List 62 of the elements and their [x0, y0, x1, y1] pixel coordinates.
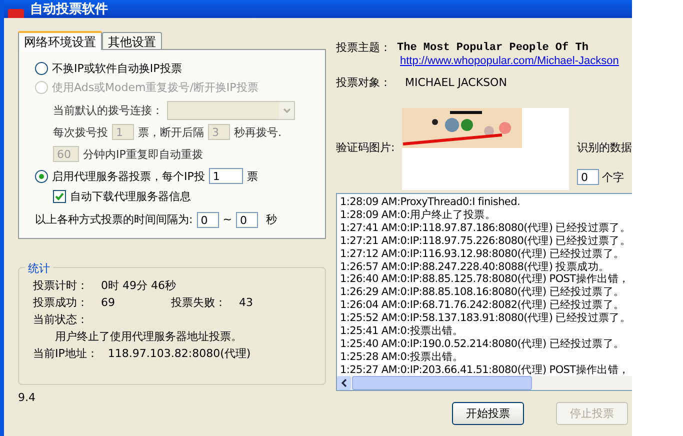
input-field[interactable]: 0	[577, 169, 599, 185]
log-line: 1:27:41 AM:0:IP:118.97.87.186:8080(代理) 已经投过票了。	[340, 222, 632, 235]
radio-button[interactable]	[35, 170, 48, 183]
stat-label: 投票成功：	[33, 294, 89, 310]
scroll-left-icon[interactable]	[337, 376, 351, 390]
tab[interactable]: 网络环境设置	[18, 31, 102, 50]
target-value: MICHAEL JACKSON	[405, 76, 507, 89]
stat-value: 43	[239, 296, 253, 308]
app-icon	[8, 9, 24, 18]
log-line: 1:27:21 AM:0:IP:118.97.75.226:8080(代理) 已经投过票了。	[340, 234, 632, 248]
log-line: 1:25:52 AM:0:IP:58.137.183.91:8080(代理) 已经投过票了。	[340, 312, 632, 325]
log-line: 1:26:29 AM:0:IP:88.85.108.16:8080(代理) 已经投过票了。	[340, 286, 626, 299]
window-title: 自动投票软件	[30, 2, 108, 18]
version-text: 9.4	[18, 391, 36, 404]
field-label: 秒	[266, 212, 277, 228]
field-label: 识别的数据	[577, 140, 632, 155]
stat-value: 0时 49分 46秒	[101, 278, 176, 292]
log-line: 1:26:04 AM:0:IP:68.71.76.242:8082(代理) 已经投过票了。	[340, 299, 626, 312]
stat-label: 投票计时：	[33, 278, 89, 292]
log-line: 1:28:09 AM:ProxyThread0:I finished.	[340, 196, 521, 209]
field-label: 验证码图片:	[336, 140, 396, 155]
field-label: 投票对象：	[336, 75, 391, 90]
log-line: 1:26:40 AM:0:IP:88.85.125.78:8080(代理) POST操作出错，	[340, 273, 630, 286]
stat-label: 当前状态：	[33, 312, 88, 326]
input-field[interactable]: 1	[208, 168, 243, 184]
field-label: 秒再拨号.	[234, 124, 282, 140]
input-field[interactable]: 0	[236, 212, 258, 228]
checkbox-label: 自动下载代理服务器信息	[70, 188, 191, 204]
field-label: 分钟内IP重复即自动重拨	[83, 146, 203, 162]
radio-button[interactable]	[35, 62, 48, 75]
checkbox[interactable]	[53, 190, 66, 203]
field-label: 每次拨号投	[53, 124, 108, 140]
topic-title: The Most Popular People Of Th	[397, 42, 588, 54]
field-label: 票，断开后隔	[138, 124, 204, 140]
stat-value: 69	[101, 296, 116, 308]
field-label: 票	[246, 168, 258, 184]
stat-value: 118.97.103.82:8080(代理)	[108, 346, 251, 360]
log-line: 1:27:12 AM:0:IP:116.93.12.98:8080(代理) 已经投过票了。	[340, 248, 626, 261]
input-field[interactable]: 0	[196, 212, 219, 228]
tab[interactable]: 其他设置	[102, 32, 162, 49]
stat-label: 投票失败：	[171, 294, 227, 310]
stat-label: 当前IP地址：	[33, 346, 98, 360]
radio-label: 启用代理服务器投票，每个IP投	[52, 168, 205, 184]
action-button[interactable]: 开始投票	[452, 402, 524, 425]
log-line: 1:25:40 AM:0:IP:190.0.52.214:8080(代理) 已经投过票了。	[340, 338, 626, 351]
log-line: 1:25:41 AM:0:投票出错。	[340, 325, 464, 338]
horizontal-scrollbar[interactable]	[337, 376, 632, 390]
field-label: 投票主题：	[336, 40, 391, 55]
field-label: 当前默认的拨号连接：	[53, 102, 163, 118]
log-line: 1:25:28 AM:0:投票出错。	[340, 350, 464, 364]
log-line: 1:25:27 AM:0:IP:203.66.41.51:8080(代理) POST操作出错，	[340, 364, 630, 376]
log-line: 1:26:57 AM:0:IP:88.247.228.40:8088(代理) 投票成功。	[340, 260, 610, 273]
separator-text: ~	[222, 213, 232, 226]
radio-label: 使用Ads或Modem重复拨号/断开换IP投票	[52, 80, 258, 96]
log-line: 1:28:09 AM:0:用户终止了投票。	[340, 208, 497, 222]
topic-link[interactable]: http://www.whopopular.com/Michael-Jackson	[400, 55, 619, 67]
radio-label: 不换IP或软件自动换IP投票	[52, 60, 182, 76]
group-title: 统计	[25, 261, 53, 276]
field-label: 以上各种方式投票的时间间隔为:	[35, 212, 193, 228]
status-text: 用户终止了使用代理服务器地址投票。	[55, 328, 242, 344]
field-label: 个字	[602, 170, 624, 184]
scroll-thumb[interactable]	[352, 376, 532, 390]
